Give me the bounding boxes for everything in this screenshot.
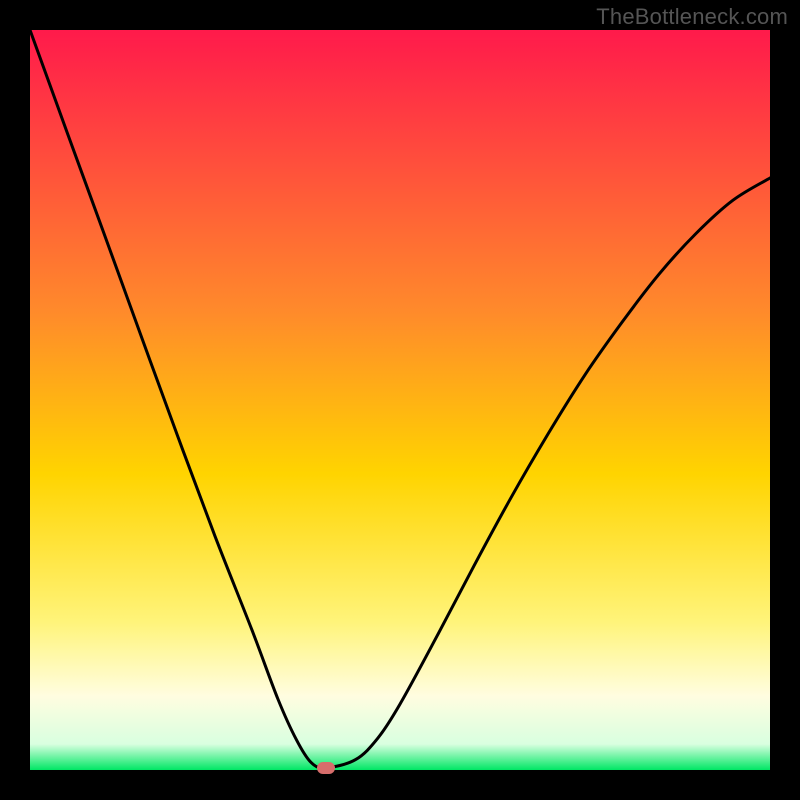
minimum-marker — [317, 762, 335, 774]
curve-layer — [30, 30, 770, 770]
chart-frame: TheBottleneck.com — [0, 0, 800, 800]
bottleneck-curve — [30, 30, 770, 768]
plot-area — [30, 30, 770, 770]
watermark-label: TheBottleneck.com — [596, 4, 788, 30]
